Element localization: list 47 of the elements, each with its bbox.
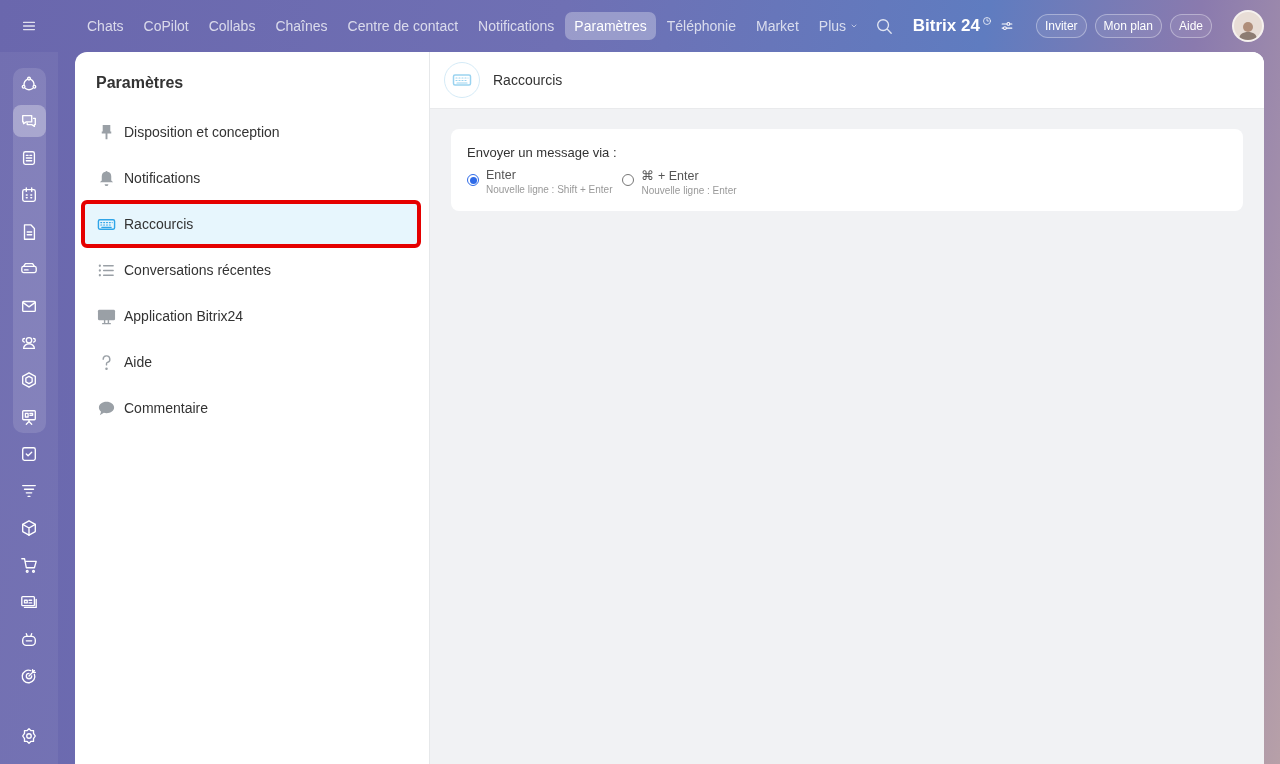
- page-title: Raccourcis: [493, 72, 563, 88]
- settings-menu-item[interactable]: Application Bitrix24: [85, 296, 417, 336]
- target-icon: [20, 667, 38, 685]
- nav-tab[interactable]: Paramètres: [565, 12, 656, 40]
- avatar[interactable]: [1232, 10, 1264, 42]
- header-button[interactable]: Aide: [1169, 14, 1212, 38]
- nav-tab[interactable]: Market: [747, 12, 808, 40]
- nav-tab[interactable]: CoPilot: [134, 12, 198, 40]
- chat-icon: [20, 112, 38, 130]
- nav-tab[interactable]: Chaînes: [266, 12, 337, 40]
- funnel-icon: [20, 482, 38, 500]
- contact-card-icon: [20, 593, 38, 611]
- option-hint: Nouvelle ligne : Shift + Enter: [486, 184, 613, 195]
- nav-tab[interactable]: Collabs: [199, 12, 265, 40]
- people-icon: [20, 334, 38, 352]
- box-icon: [20, 519, 38, 537]
- settings-menu-item[interactable]: Aide: [85, 342, 417, 382]
- settings-menu-item[interactable]: Disposition et conception: [85, 112, 417, 152]
- header-button[interactable]: Inviter: [1035, 14, 1087, 38]
- calendar-icon: [20, 186, 38, 204]
- nav-tab[interactable]: Notifications: [469, 12, 564, 40]
- cart-icon: [20, 556, 38, 574]
- newspaper-icon: [20, 149, 38, 167]
- graph-icon: [20, 75, 38, 93]
- option-label[interactable]: ⌘ + Enter: [641, 168, 737, 183]
- option-label[interactable]: Enter: [486, 168, 613, 182]
- nav-tab[interactable]: Chats: [78, 12, 133, 40]
- settings-icon: [20, 727, 38, 745]
- nav-tab[interactable]: Téléphonie: [657, 12, 745, 40]
- hexagon-icon: [20, 371, 38, 389]
- settings-menu-item[interactable]: Notifications: [85, 158, 417, 198]
- option-hint: Nouvelle ligne : Enter: [641, 185, 737, 196]
- task-icon: [20, 445, 38, 463]
- clock-icon: [981, 16, 992, 26]
- search-icon: [874, 17, 893, 35]
- robot-icon: [20, 630, 38, 648]
- nav-tab[interactable]: Centre de contact: [338, 12, 468, 40]
- sliders-icon: [999, 19, 1014, 33]
- sidebar-title: Paramètres: [96, 74, 185, 92]
- header-button[interactable]: Mon plan: [1094, 14, 1162, 38]
- option-heading: Envoyer un message via :: [467, 145, 618, 160]
- settings-menu-item[interactable]: Commentaire: [85, 388, 417, 428]
- settings-menu-item[interactable]: Conversations récentes: [85, 250, 417, 290]
- logo: Bitrix 24: [912, 16, 980, 36]
- presentation-icon: [20, 408, 38, 426]
- more-menu[interactable]: Plus: [809, 12, 869, 40]
- chat-app-button[interactable]: [12, 105, 46, 137]
